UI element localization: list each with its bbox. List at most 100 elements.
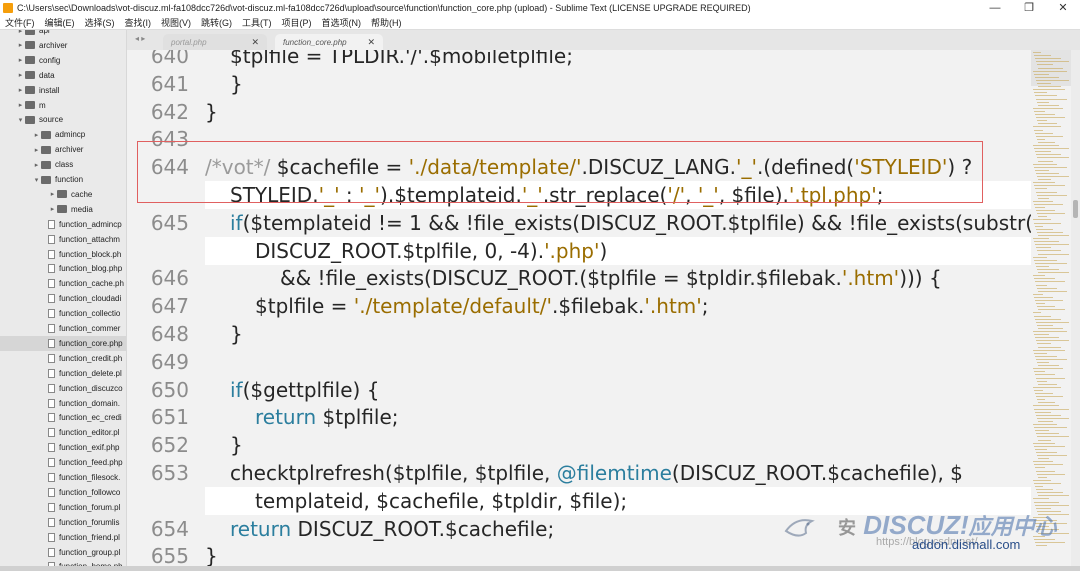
code-line[interactable]: 647 $tplfile = './template/default/'.$fil… <box>127 292 1031 320</box>
minimap-line <box>1036 210 1055 212</box>
tree-file[interactable]: function_credit.ph <box>0 351 122 366</box>
tree-file[interactable]: function_attachm <box>0 232 120 247</box>
tree-file[interactable]: function_cloudadi <box>0 291 121 306</box>
chevron-right-icon[interactable]: ▸ <box>48 190 57 198</box>
code-token: '_' <box>318 183 340 207</box>
tab-portal-php[interactable]: portal.php ✕ <box>163 34 267 50</box>
tree-folder-class[interactable]: ▸ class <box>0 157 74 172</box>
tree-file[interactable]: function_delete.pl <box>0 366 122 381</box>
chevron-right-icon[interactable]: ▸ <box>16 101 25 109</box>
tree-folder-media[interactable]: ▸ media <box>0 202 93 217</box>
tree-file[interactable]: function_editor.pl <box>0 425 120 440</box>
tree-folder-cache[interactable]: ▸ cache <box>0 187 93 202</box>
tree-file[interactable]: function_followco <box>0 485 120 500</box>
tree-folder-archiver[interactable]: ▸ archiver <box>0 142 84 157</box>
tree-file[interactable]: function_core.php <box>0 335 126 351</box>
scrollbar-thumb[interactable] <box>1073 200 1078 218</box>
restore-button[interactable]: ❐ <box>1012 1 1046 14</box>
tree-file[interactable]: function_group.pl <box>0 545 120 560</box>
menu-item[interactable]: 项目(P) <box>282 16 312 29</box>
tree-folder-archiver[interactable]: ▸ archiver <box>0 38 68 53</box>
menu-item[interactable]: 首选项(N) <box>322 16 362 29</box>
chevron-right-icon[interactable]: ▸ <box>32 131 41 139</box>
code-line[interactable]: 645 if($templateid != 1 && !file_exists(D… <box>127 209 1031 237</box>
tree-file[interactable]: function_blog.php <box>0 261 122 276</box>
code-line[interactable]: 649 <box>127 348 1031 376</box>
code-line[interactable]: 642} <box>127 98 1031 126</box>
minimap-line <box>1036 154 1061 156</box>
menu-item[interactable]: 视图(V) <box>161 16 191 29</box>
tree-file[interactable]: function_forum.pl <box>0 500 120 515</box>
tree-file[interactable]: function_friend.pl <box>0 530 120 545</box>
tree-file[interactable]: function_filesock. <box>0 470 120 485</box>
chevron-down-icon[interactable]: ▾ <box>16 116 25 124</box>
tree-file[interactable]: function_cache.ph <box>0 276 124 291</box>
menu-item[interactable]: 文件(F) <box>5 16 35 29</box>
minimize-button[interactable]: — <box>978 2 1012 14</box>
tree-file[interactable]: function_commer <box>0 321 120 336</box>
chevron-down-icon[interactable]: ▾ <box>32 176 41 184</box>
tree-file[interactable]: function_exif.php <box>0 440 120 455</box>
code-line[interactable]: 640 $tplfile = TPLDIR.'/'.$mobiletplfile; <box>127 50 1031 70</box>
tab-close-icon[interactable]: ✕ <box>367 37 375 48</box>
menu-item[interactable]: 跳转(G) <box>201 16 232 29</box>
code-line[interactable]: 648} <box>127 320 1031 348</box>
chevron-right-icon[interactable]: ▸ <box>32 146 41 154</box>
code-line[interactable]: 653 checktplrefresh($tplfile, $tplfile, @… <box>127 459 1031 487</box>
minimap-line <box>1033 424 1057 425</box>
code-line[interactable]: 646 && !file_exists(DISCUZ_ROOT.($tplfile… <box>127 264 1031 292</box>
close-button[interactable]: ✕ <box>1046 1 1080 14</box>
tree-file[interactable]: function_collectio <box>0 306 120 321</box>
code-line[interactable]: 643 <box>127 125 1031 153</box>
code-editor[interactable]: 640 $tplfile = TPLDIR.'/'.$mobiletplfile;… <box>127 50 1031 571</box>
code-line[interactable]: 651 return $tplfile; <box>127 403 1031 431</box>
chevron-right-icon[interactable]: ▸ <box>16 86 25 94</box>
tree-folder-function[interactable]: ▾ function <box>0 172 83 187</box>
chevron-right-icon[interactable]: ▸ <box>16 30 25 35</box>
tree-folder-api[interactable]: ▸ api <box>0 30 50 38</box>
tree-file[interactable]: function_block.ph <box>0 247 121 262</box>
tree-file[interactable]: function_feed.php <box>0 455 123 470</box>
tree-item-label: function_blog.php <box>59 264 123 274</box>
tree-folder-m[interactable]: ▸ m <box>0 98 46 113</box>
tree-file[interactable]: function_domain. <box>0 396 120 411</box>
minimap-line <box>1037 455 1067 456</box>
chevron-right-icon[interactable]: ▸ <box>16 71 25 79</box>
code-line[interactable]: 652} <box>127 431 1031 459</box>
tab-function-core-php[interactable]: function_core.php ✕ <box>275 34 383 50</box>
tree-folder-config[interactable]: ▸ config <box>0 53 61 68</box>
vertical-scrollbar[interactable] <box>1071 50 1080 571</box>
tree-file[interactable]: function_forumlis <box>0 515 119 530</box>
code-line[interactable]: STYLEID.'_' : '_').$templateid.'_'.str_r… <box>127 181 1031 209</box>
minimap-line <box>1033 163 1057 165</box>
chevron-right-icon[interactable]: ▸ <box>32 161 41 169</box>
tree-item-label: function_domain. <box>59 398 120 408</box>
code-line[interactable]: 644 /*vot*/ $cachefile = './data/template… <box>127 153 1031 181</box>
code-text: } <box>230 70 243 98</box>
menu-item[interactable]: 查找(I) <box>125 16 152 29</box>
menu-item[interactable]: 帮助(H) <box>371 16 402 29</box>
menu-item[interactable]: 工具(T) <box>242 16 272 29</box>
tree-file[interactable]: function_admincp <box>0 217 122 232</box>
tab-close-icon[interactable]: ✕ <box>251 37 259 48</box>
menu-item[interactable]: 编辑(E) <box>45 16 75 29</box>
menu-item[interactable]: 选择(S) <box>85 16 115 29</box>
code-line[interactable]: DISCUZ_ROOT.$tplfile, 0, -4).'.php') <box>127 237 1031 265</box>
tree-file[interactable]: function_discuzco <box>0 381 123 396</box>
chevron-right-icon[interactable]: ▸ <box>16 56 25 64</box>
chevron-right-icon[interactable]: ▸ <box>48 205 57 213</box>
code-line[interactable]: 650 if($gettplfile) { <box>127 376 1031 404</box>
minimap-line <box>1038 104 1059 106</box>
file-icon <box>48 249 55 259</box>
minimap-line <box>1038 216 1047 218</box>
minimap-line <box>1035 337 1059 339</box>
tree-folder-source[interactable]: ▾ source <box>0 112 63 127</box>
chevron-right-icon[interactable]: ▸ <box>16 41 25 49</box>
tab-nav-arrows[interactable]: ◂ ▸ <box>135 34 145 43</box>
minimap[interactable] <box>1031 50 1071 571</box>
tree-folder-data[interactable]: ▸ data <box>0 68 55 83</box>
tree-file[interactable]: function_ec_credi <box>0 410 122 425</box>
tree-folder-admincp[interactable]: ▸ admincp <box>0 127 86 142</box>
code-line[interactable]: 641} <box>127 70 1031 98</box>
tree-folder-install[interactable]: ▸ install <box>0 83 60 98</box>
